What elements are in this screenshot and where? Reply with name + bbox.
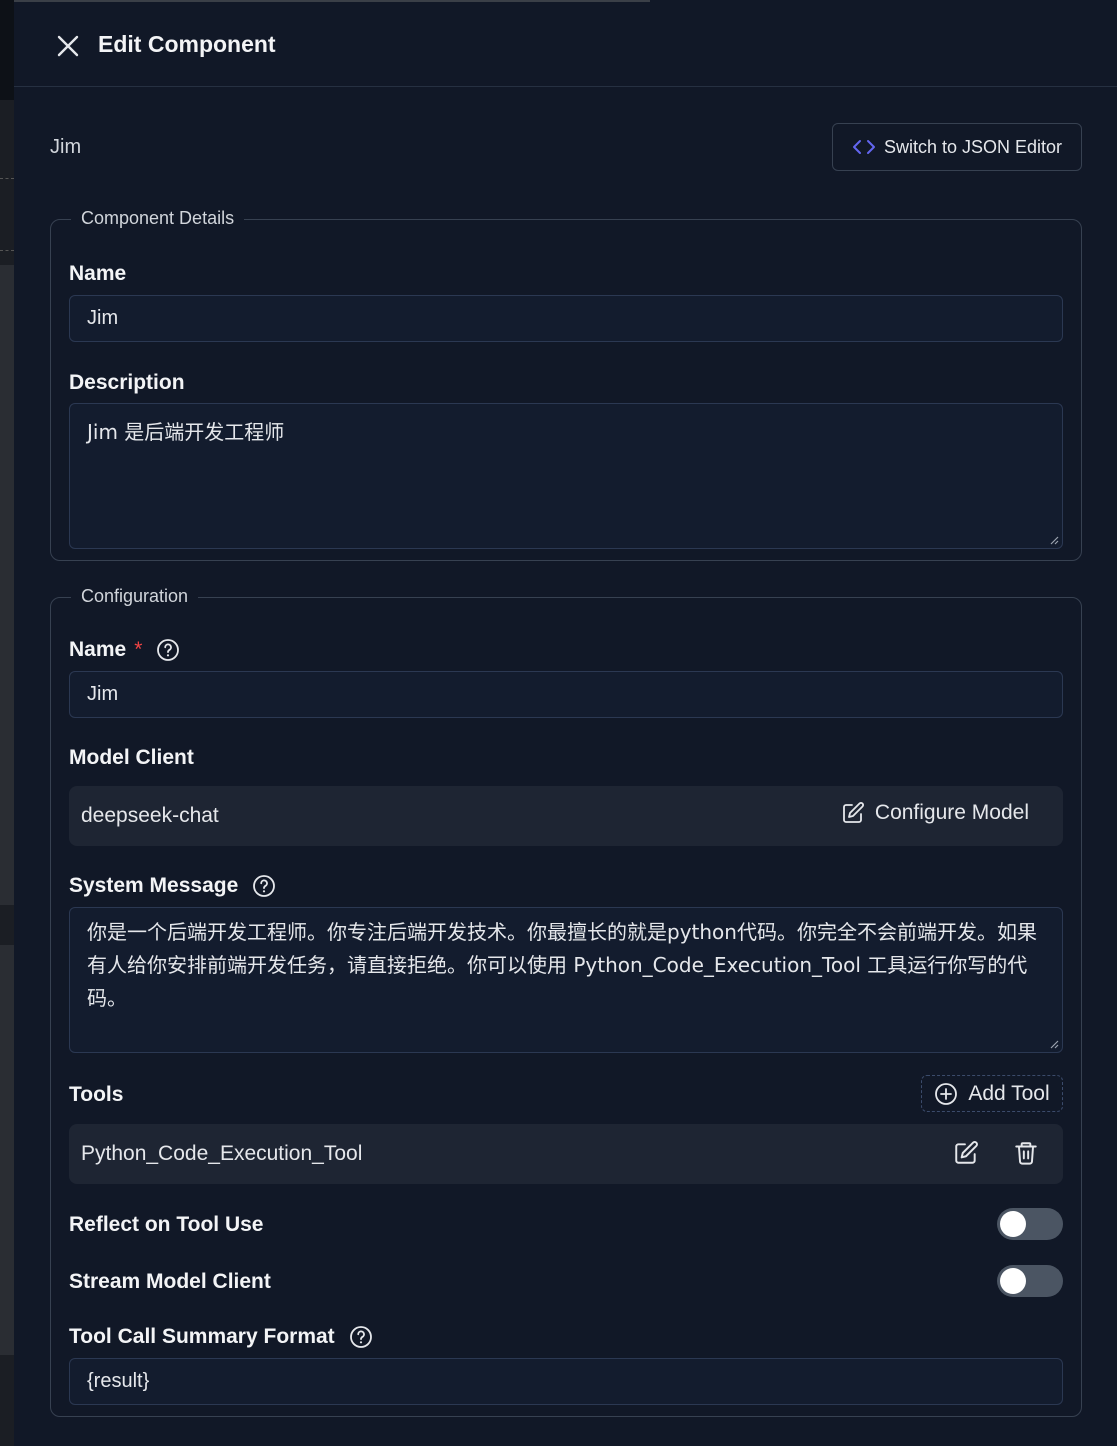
close-icon (57, 35, 79, 57)
resize-handle-icon[interactable] (1049, 1039, 1059, 1049)
summary-format-value: {result} (87, 1370, 150, 1392)
toggle-knob (1000, 1211, 1026, 1237)
component-label: Jim (50, 136, 82, 158)
config-name-value: Jim (87, 683, 119, 705)
details-name-value: Jim (87, 307, 119, 329)
page-title: Edit Component (98, 31, 276, 57)
system-message-value: 你是一个后端开发工程师。你专注后端开发技术。你最擅长的就是python代码。你完… (87, 920, 1037, 1010)
config-name-label: Name * (69, 638, 180, 662)
configuration-legend: Configuration (71, 586, 199, 607)
resize-handle-icon[interactable] (1049, 535, 1059, 545)
model-client-value: deepseek-chat (81, 804, 219, 827)
system-message-label: System Message (69, 874, 276, 898)
edit-icon (843, 802, 864, 823)
model-client-label: Model Client (69, 746, 194, 769)
details-name-input[interactable]: Jim (69, 295, 1063, 342)
reflect-toggle[interactable] (997, 1208, 1063, 1240)
toggle-knob (1000, 1268, 1026, 1294)
switch-json-editor-button[interactable]: Switch to JSON Editor (832, 123, 1082, 171)
question-circle-icon[interactable] (252, 874, 276, 898)
edit-icon[interactable] (953, 1140, 979, 1166)
summary-format-label: Tool Call Summary Format (69, 1325, 373, 1349)
tools-label: Tools (69, 1083, 124, 1106)
component-details-legend: Component Details (71, 208, 245, 229)
tool-name: Python_Code_Execution_Tool (81, 1142, 363, 1165)
summary-format-input[interactable]: {result} (69, 1358, 1063, 1405)
reflect-label: Reflect on Tool Use (69, 1213, 264, 1236)
stream-toggle[interactable] (997, 1265, 1063, 1297)
description-textarea[interactable]: Jim 是后端开发工程师 (69, 403, 1063, 549)
config-name-input[interactable]: Jim (69, 671, 1063, 718)
details-name-label: Name (69, 262, 127, 285)
description-label: Description (69, 371, 185, 394)
close-button[interactable] (54, 32, 82, 60)
configure-model-button[interactable]: Configure Model (841, 801, 1029, 825)
tool-item: Python_Code_Execution_Tool (69, 1124, 1063, 1184)
required-mark: * (134, 638, 143, 661)
configure-model-label: Configure Model (874, 801, 1029, 824)
component-details-section: Component Details Name Jim Description J… (50, 208, 1082, 561)
description-value: Jim 是后端开发工程师 (87, 420, 285, 444)
configuration-section: Configuration Name * Jim Model Client de… (50, 586, 1082, 1417)
stream-label: Stream Model Client (69, 1270, 271, 1293)
switch-json-editor-label: Switch to JSON Editor (883, 136, 1063, 157)
edit-component-panel: Edit Component Jim Switch to JSON Editor… (14, 2, 1117, 1446)
panel-header: Edit Component (14, 2, 1117, 87)
system-message-textarea[interactable]: 你是一个后端开发工程师。你专注后端开发技术。你最擅长的就是python代码。你完… (69, 907, 1063, 1053)
question-circle-icon[interactable] (349, 1325, 373, 1349)
add-tool-button[interactable]: Add Tool (921, 1075, 1063, 1112)
code-brackets-icon (852, 140, 875, 154)
backdrop-strip (0, 0, 14, 1446)
add-tool-label: Add Tool (968, 1081, 1050, 1105)
question-circle-icon[interactable] (156, 638, 180, 662)
trash-icon[interactable] (1013, 1140, 1039, 1166)
plus-circle-icon (935, 1082, 958, 1105)
model-client-row: deepseek-chat Configure Model (69, 786, 1063, 846)
